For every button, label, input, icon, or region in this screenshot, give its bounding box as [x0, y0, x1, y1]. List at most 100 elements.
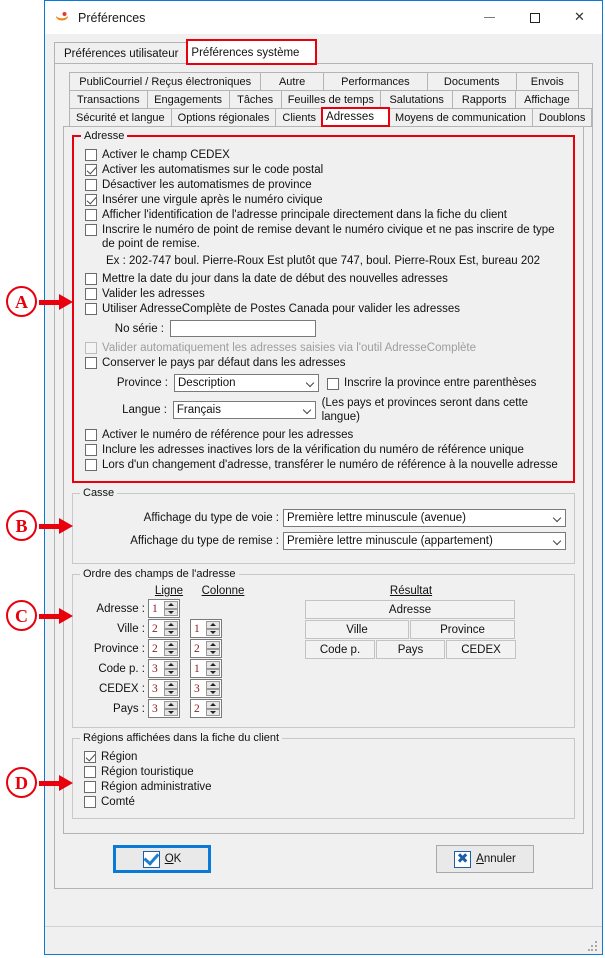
region-option-checkbox-4[interactable] — [84, 796, 96, 808]
checkbox-auto-validate-row[interactable]: Valider automatiquement les adresses sai… — [85, 341, 565, 355]
region-option-checkbox-3[interactable] — [84, 781, 96, 793]
adresse-option-ref-checkbox-2[interactable] — [85, 444, 97, 456]
ordre-ligne-spinner-5[interactable]: 3 — [148, 679, 180, 698]
adresse-option-ref-row-3[interactable]: Lors d'un changement d'adresse, transfér… — [85, 458, 565, 472]
sub-tab-transactions[interactable]: Transactions — [69, 90, 148, 109]
close-button[interactable]: ✕ — [557, 1, 602, 34]
spinner-down-icon[interactable] — [206, 708, 220, 716]
spinner-down-icon[interactable] — [164, 648, 178, 656]
region-option-row-3[interactable]: Région administrative — [84, 780, 566, 794]
spinner-up-icon[interactable] — [206, 681, 220, 689]
spinner-up-icon[interactable] — [206, 661, 220, 669]
region-option-row-1[interactable]: Région — [84, 750, 566, 764]
ordre-colonne-spinner-3[interactable]: 2 — [190, 639, 222, 658]
adresse-option-mid-row-2[interactable]: Valider les adresses — [85, 287, 565, 301]
sub-tab-rapports[interactable]: Rapports — [452, 90, 516, 109]
adresse-option-checkbox-1[interactable] — [85, 149, 97, 161]
ordre-ligne-spinner-1[interactable]: 1 — [148, 599, 180, 618]
checkbox-keep-country-row[interactable]: Conserver le pays par défaut dans les ad… — [85, 356, 565, 370]
region-option-row-2[interactable]: Région touristique — [84, 765, 566, 779]
sub-tab-adresses[interactable]: Adresses — [321, 107, 391, 127]
adresse-option-ref-row-2[interactable]: Inclure les adresses inactives lors de l… — [85, 443, 565, 457]
checkbox-auto-validate[interactable] — [85, 342, 97, 354]
adresse-option-row-1[interactable]: Activer le champ CEDEX — [85, 148, 565, 162]
spinner-up-icon[interactable] — [164, 601, 178, 609]
sub-tab-documents[interactable]: Documents — [426, 72, 517, 91]
langue-select[interactable]: Français — [172, 401, 316, 419]
ordre-ligne-spinner-4[interactable]: 3 — [148, 659, 180, 678]
spinner-up-icon[interactable] — [206, 621, 220, 629]
minimize-button[interactable] — [467, 1, 512, 34]
sub-tab-options-r-gionales[interactable]: Options régionales — [170, 108, 277, 127]
spinner-up-icon[interactable] — [164, 681, 178, 689]
adresse-option-checkbox-2[interactable] — [85, 164, 97, 176]
ordre-colonne-spinner-5[interactable]: 3 — [190, 679, 222, 698]
casse-select-2[interactable]: Première lettre minuscule (appartement) — [283, 532, 566, 550]
checkbox-keep-country[interactable] — [85, 357, 97, 369]
adresse-option-checkbox-5[interactable] — [85, 209, 97, 221]
adresse-option-row-6[interactable]: Inscrire le numéro de point de remise de… — [85, 223, 565, 251]
checkbox-province-parentheses-row[interactable]: Inscrire la province entre parenthèses — [327, 376, 536, 390]
adresse-option-checkbox-6[interactable] — [85, 224, 97, 236]
ordre-ligne-spinner-6[interactable]: 3 — [148, 699, 180, 718]
sub-tab-clients[interactable]: Clients — [275, 108, 324, 127]
spinner-down-icon[interactable] — [206, 628, 220, 636]
sub-tab-doublons[interactable]: Doublons — [531, 108, 593, 127]
spinner-down-icon[interactable] — [206, 668, 220, 676]
spinner-down-icon[interactable] — [164, 708, 178, 716]
spinner-down-icon[interactable] — [164, 628, 178, 636]
ordre-ligne-spinner-2[interactable]: 2 — [148, 619, 180, 638]
checkbox-province-parentheses[interactable] — [327, 377, 339, 390]
sub-tab-affichage[interactable]: Affichage — [514, 90, 579, 109]
adresse-option-mid-checkbox-3[interactable] — [85, 303, 97, 315]
sub-tab-t-ches[interactable]: Tâches — [228, 90, 282, 109]
adresse-option-mid-checkbox-2[interactable] — [85, 288, 97, 300]
ordre-colonne-spinner-2[interactable]: 1 — [190, 619, 222, 638]
region-option-checkbox-1[interactable] — [84, 751, 96, 763]
sub-tab-publicourriel-re-us-lectroniques[interactable]: PubliCourriel / Reçus électroniques — [69, 72, 262, 91]
adresse-option-checkbox-3[interactable] — [85, 179, 97, 191]
adresse-option-checkbox-4[interactable] — [85, 194, 97, 206]
casse-select-1[interactable]: Première lettre minuscule (avenue) — [283, 509, 566, 527]
adresse-option-mid-row-3[interactable]: Utiliser AdresseComplète de Postes Canad… — [85, 302, 565, 316]
ordre-ligne-spinner-3[interactable]: 2 — [148, 639, 180, 658]
spinner-up-icon[interactable] — [164, 621, 178, 629]
spinner-up-icon[interactable] — [206, 641, 220, 649]
adresse-option-mid-row-1[interactable]: Mettre la date du jour dans la date de d… — [85, 272, 565, 286]
sub-tab-autre[interactable]: Autre — [260, 72, 324, 91]
main-tab-2[interactable]: Préférences système — [186, 39, 318, 65]
ordre-colonne-spinner-4[interactable]: 1 — [190, 659, 222, 678]
region-option-row-4[interactable]: Comté — [84, 795, 566, 809]
adresse-option-ref-row-1[interactable]: Activer le numéro de référence pour les … — [85, 428, 565, 442]
sub-tab-s-curit-et-langue[interactable]: Sécurité et langue — [69, 108, 172, 127]
adresse-option-row-4[interactable]: Insérer une virgule après le numéro civi… — [85, 193, 565, 207]
adresse-option-row-3[interactable]: Désactiver les automatismes de province — [85, 178, 565, 192]
sub-tab-moyens-de-communication[interactable]: Moyens de communication — [388, 108, 533, 127]
sub-tab-feuilles-de-temps[interactable]: Feuilles de temps — [280, 90, 381, 109]
cancel-button[interactable]: ✖ Annuler — [436, 845, 534, 873]
sub-tab-performances[interactable]: Performances — [322, 72, 428, 91]
spinner-down-icon[interactable] — [164, 668, 178, 676]
adresse-option-mid-checkbox-1[interactable] — [85, 273, 97, 285]
spinner-up-icon[interactable] — [164, 641, 178, 649]
resize-grip[interactable] — [588, 941, 598, 951]
spinner-up-icon[interactable] — [206, 701, 220, 709]
sub-tab-engagements[interactable]: Engagements — [146, 90, 230, 109]
adresse-option-row-5[interactable]: Afficher l'identification de l'adresse p… — [85, 208, 565, 222]
spinner-down-icon[interactable] — [164, 688, 178, 696]
ordre-colonne-spinner-6[interactable]: 2 — [190, 699, 222, 718]
spinner-up-icon[interactable] — [164, 701, 178, 709]
maximize-button[interactable] — [512, 1, 557, 34]
spinner-down-icon[interactable] — [206, 648, 220, 656]
main-tab-1[interactable]: Préférences utilisateur — [54, 42, 189, 64]
region-option-checkbox-2[interactable] — [84, 766, 96, 778]
province-select[interactable]: Description — [174, 374, 319, 392]
ok-button[interactable]: OK — [113, 845, 211, 873]
adresse-option-ref-checkbox-3[interactable] — [85, 459, 97, 471]
sub-tab-envois[interactable]: Envois — [515, 72, 579, 91]
adresse-option-ref-checkbox-1[interactable] — [85, 429, 97, 441]
spinner-down-icon[interactable] — [206, 688, 220, 696]
serial-input[interactable] — [170, 320, 316, 337]
spinner-down-icon[interactable] — [164, 608, 178, 616]
sub-tab-salutations[interactable]: Salutations — [379, 90, 454, 109]
